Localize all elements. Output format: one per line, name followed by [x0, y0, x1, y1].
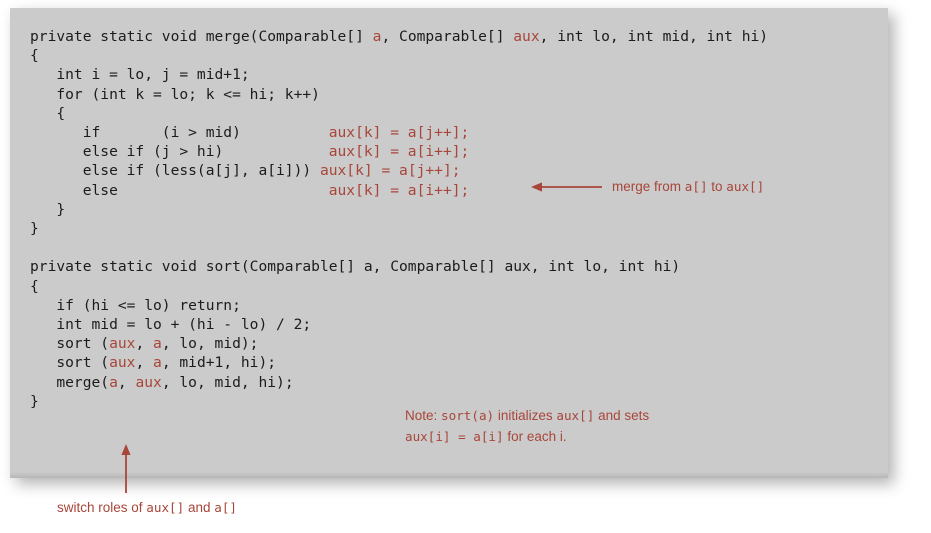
sort-call1-prefix: sort (	[30, 335, 110, 353]
merge-annotation-text-middle: to	[707, 179, 727, 194]
sort-line-mid: int mid = lo + (hi - lo) / 2;	[30, 316, 312, 334]
sort-close-brace: }	[30, 392, 39, 410]
merge-branch2-statement: aux[k] = a[i++];	[328, 143, 470, 161]
switch-annotation-mono-a: a[]	[214, 500, 237, 515]
left-arrow-icon	[531, 182, 602, 192]
merge-branch4-statement: aux[k] = a[i++];	[328, 181, 470, 199]
switch-annotation-text-middle: and	[184, 500, 215, 515]
note-text-initializes: initializes	[494, 408, 557, 423]
note-annotation: Note: sort(a) initializes aux[] and sets…	[405, 405, 649, 447]
sort-open-brace: {	[30, 277, 39, 295]
merge-signature-prefix: private static void merge(Comparable[]	[30, 28, 373, 45]
merge-branch2-condition: else if (j > hi)	[30, 143, 329, 161]
merge-annotation-text-before: merge from	[612, 179, 685, 194]
sort-call1-token-aux: aux	[109, 335, 136, 353]
sort-call2-token-a: a	[153, 354, 162, 372]
sort-call2-prefix: sort (	[30, 354, 110, 372]
merge-open-brace: {	[30, 47, 39, 65]
merge-branch1-condition: if (i > mid)	[30, 124, 329, 142]
sort-merge-call-token-aux: aux	[135, 373, 162, 391]
merge-signature-mid: , Comparable[]	[381, 28, 514, 45]
switch-roles-annotation: switch roles of aux[] and a[]	[57, 500, 237, 515]
merge-annotation-mono-a: a[]	[684, 179, 708, 194]
sort-merge-call-suffix: , lo, mid, hi);	[161, 373, 294, 391]
merge-annotation-mono-aux: aux[]	[726, 179, 765, 194]
merge-branch1-statement: aux[k] = a[j++];	[328, 124, 470, 142]
sort-merge-call-mid: ,	[117, 373, 136, 391]
note-text-for-each: for each i.	[503, 429, 567, 444]
merge-direction-annotation: merge from a[] to aux[]	[612, 179, 764, 194]
sort-merge-call-prefix: merge(	[30, 373, 110, 391]
switch-annotation-mono-aux: aux[]	[146, 500, 185, 515]
merge-close-brace: }	[30, 220, 39, 238]
sort-call1-token-a: a	[153, 335, 162, 353]
note-mono-aux-array: aux[]	[556, 408, 595, 423]
switch-annotation-text-before: switch roles of	[57, 500, 147, 515]
merge-branch3-statement: aux[k] = a[j++];	[319, 162, 461, 180]
sort-merge-call-token-a: a	[109, 373, 118, 391]
sort-call2-token-aux: aux	[109, 354, 136, 372]
note-mono-sort-call: sort(a)	[441, 408, 495, 423]
code-block: private static void merge(Comparable[] a…	[30, 27, 768, 411]
merge-loop-open-brace: {	[30, 104, 66, 122]
sort-signature: private static void sort(Comparable[] a,…	[30, 258, 681, 276]
merge-signature-token-aux: aux	[513, 28, 540, 45]
merge-branch3-condition: else if (less(a[j], a[i]))	[30, 162, 320, 180]
merge-branch4-condition: else	[30, 181, 329, 199]
sort-line-basecase: if (hi <= lo) return;	[30, 296, 241, 314]
note-label: Note:	[405, 408, 442, 423]
sort-call2-mid: ,	[135, 354, 154, 372]
merge-line-init: int i = lo, j = mid+1;	[30, 66, 250, 84]
sort-call1-suffix: , lo, mid);	[161, 335, 259, 353]
note-text-and-sets: and sets	[594, 408, 650, 423]
sort-call2-suffix: , mid+1, hi);	[161, 354, 277, 372]
note-mono-assignment: aux[i] = a[i]	[405, 429, 504, 444]
sort-call1-mid: ,	[135, 335, 154, 353]
note-annotation-line1: Note: sort(a) initializes aux[] and sets	[405, 405, 649, 426]
merge-signature-suffix: , int lo, int mid, int hi)	[539, 28, 769, 45]
merge-loop-close-brace: }	[30, 200, 66, 218]
note-annotation-line2: aux[i] = a[i] for each i.	[405, 426, 649, 447]
up-arrow-icon	[121, 444, 131, 493]
merge-line-for: for (int k = lo; k <= hi; k++)	[30, 85, 320, 103]
